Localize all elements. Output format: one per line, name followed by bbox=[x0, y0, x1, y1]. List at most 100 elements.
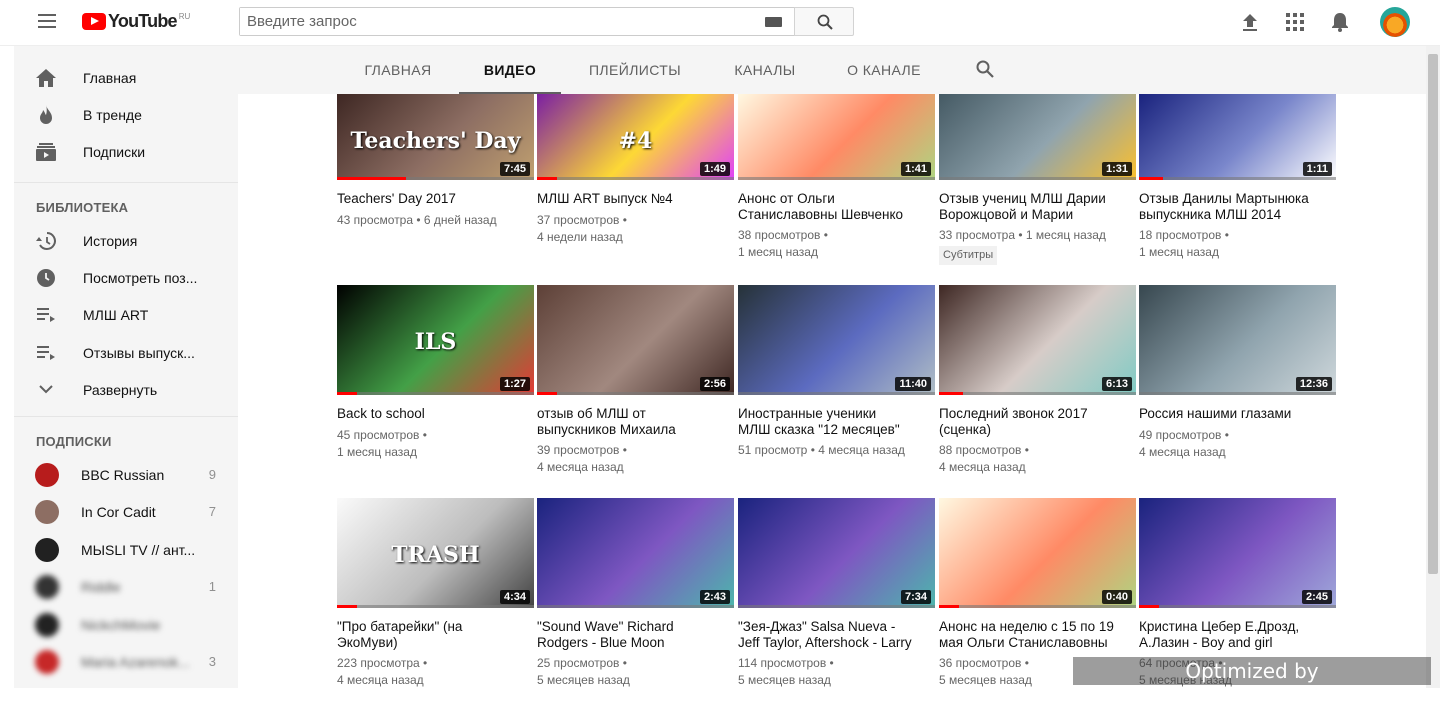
subtitles-badge: Субтитры bbox=[939, 246, 998, 265]
subscriptions-icon bbox=[36, 142, 56, 162]
upload-date: 1 месяц назад bbox=[337, 444, 417, 459]
tab-channels[interactable]: КАНАЛЫ bbox=[720, 46, 810, 94]
video-thumbnail[interactable]: 1:11 bbox=[1139, 94, 1336, 180]
duration-badge: 12:36 bbox=[1295, 377, 1332, 391]
video-title[interactable]: Отзыв учениц МЛШ Дарии Ворожцовой и Марии bbox=[939, 191, 1136, 222]
tab-playlists[interactable]: ПЛЕЙЛИСТЫ bbox=[580, 46, 690, 94]
video-title[interactable]: Иностранные ученики МЛШ сказка "12 месяце… bbox=[738, 406, 935, 437]
channel-search-icon[interactable] bbox=[976, 60, 994, 83]
video-thumbnail[interactable]: 6:13 bbox=[939, 285, 1136, 395]
video-metadata: 25 просмотров • 5 месяцев назад bbox=[537, 655, 734, 689]
video-thumbnail[interactable]: 1:31 bbox=[939, 94, 1136, 180]
sidebar-item-subscriptions[interactable]: Подписки bbox=[14, 133, 238, 170]
subscription-item[interactable]: NickchMovie bbox=[14, 606, 238, 643]
video-title[interactable]: отзыв об МЛШ от выпускников Михаила bbox=[537, 406, 734, 437]
sidebar-item-history[interactable]: История bbox=[14, 222, 238, 259]
video-title[interactable]: Последний звонок 2017 (сценка) bbox=[939, 406, 1136, 437]
scrollbar-thumb[interactable] bbox=[1428, 54, 1438, 574]
video-card[interactable]: 11:40 Иностранные ученики МЛШ сказка "12 м… bbox=[738, 285, 935, 459]
video-title[interactable]: МЛШ ART выпуск №4 bbox=[537, 191, 734, 207]
notifications-bell-icon[interactable] bbox=[1331, 12, 1349, 37]
subscription-item[interactable]: BBC Russian 9 bbox=[14, 456, 238, 493]
apps-icon[interactable] bbox=[1286, 13, 1304, 36]
video-thumbnail[interactable]: 2:56 bbox=[537, 285, 734, 395]
upload-icon[interactable] bbox=[1241, 12, 1259, 37]
duration-badge: 11:40 bbox=[895, 377, 931, 391]
video-thumbnail[interactable]: 11:40 bbox=[738, 285, 935, 395]
video-title[interactable]: "Зея-Джаз" Salsa Nueva - Jeff Taylor, Aft… bbox=[738, 619, 935, 650]
sidebar-item-expand[interactable]: Развернуть bbox=[14, 371, 238, 408]
video-title[interactable]: Анонс на неделю с 15 по 19 мая Ольги Стан… bbox=[939, 619, 1136, 650]
video-title[interactable]: Back to school bbox=[337, 406, 534, 422]
views-and-date: 18 просмотров • bbox=[1139, 228, 1229, 242]
video-card[interactable]: Teachers' Day 7:45 Teachers' Day 2017 43 пр… bbox=[337, 94, 534, 229]
views-and-date: 49 просмотров • bbox=[1139, 427, 1229, 442]
menu-icon[interactable] bbox=[38, 14, 56, 28]
watch-progress-bar bbox=[939, 392, 963, 395]
video-card[interactable]: 7:34 "Зея-Джаз" Salsa Nueva - Jeff Taylor,… bbox=[738, 498, 935, 689]
video-metadata: 51 просмотр • 4 месяца назад bbox=[738, 442, 935, 459]
tab-about[interactable]: О КАНАЛЕ bbox=[839, 46, 929, 94]
video-card[interactable]: 12:36 Россия нашими глазами 49 просмотров … bbox=[1139, 285, 1336, 461]
video-thumbnail[interactable]: 0:40 bbox=[939, 498, 1136, 608]
subscription-item[interactable]: Maria Azarenok... 3 bbox=[14, 643, 238, 680]
video-thumbnail[interactable]: Teachers' Day 7:45 bbox=[337, 94, 534, 180]
sidebar-item-playlist-mlsh-art[interactable]: МЛШ ART bbox=[14, 296, 238, 333]
video-metadata: 37 просмотров • 4 недели назад bbox=[537, 212, 734, 246]
video-title-line: А.Лазин - Boy and girl bbox=[1139, 634, 1273, 650]
video-card[interactable]: 2:43 "Sound Wave" Richard Rodgers - Blue M… bbox=[537, 498, 734, 689]
views-and-date: 38 просмотров • bbox=[738, 228, 828, 242]
video-card[interactable]: #4 1:49 МЛШ ART выпуск №4 37 просмотров • 4 … bbox=[537, 94, 734, 246]
subscription-item[interactable]: Riddle 1 bbox=[14, 568, 238, 605]
video-thumbnail[interactable]: 2:43 bbox=[537, 498, 734, 608]
video-metadata: 33 просмотра • 1 месяц назад Субтитры bbox=[939, 227, 1136, 265]
search-input[interactable] bbox=[240, 8, 750, 35]
video-thumbnail[interactable]: TRASH 4:34 bbox=[337, 498, 534, 608]
video-title[interactable]: Кристина Цебер Е.Дрозд, А.Лазин - Boy and… bbox=[1139, 619, 1336, 650]
video-thumbnail[interactable]: ILS 1:27 bbox=[337, 285, 534, 395]
sidebar-item-trending[interactable]: В тренде bbox=[14, 96, 238, 133]
video-title-line: Teachers' Day 2017 bbox=[337, 191, 456, 206]
duration-badge: 1:11 bbox=[1302, 162, 1332, 176]
video-title[interactable]: Россия нашими глазами bbox=[1139, 406, 1336, 422]
video-thumbnail[interactable]: 7:34 bbox=[738, 498, 935, 608]
search-button[interactable] bbox=[794, 7, 854, 36]
video-title[interactable]: Teachers' Day 2017 bbox=[337, 191, 534, 207]
video-title[interactable]: Анонс от Ольги Станиславовны Шевченко bbox=[738, 191, 935, 222]
video-title[interactable]: Отзыв Данилы Мартынюка выпускника МЛШ 201… bbox=[1139, 191, 1336, 222]
video-thumbnail[interactable]: #4 1:49 bbox=[537, 94, 734, 180]
video-thumbnail[interactable]: 2:45 bbox=[1139, 498, 1336, 608]
video-card[interactable]: 1:31 Отзыв учениц МЛШ Дарии Ворожцовой и М… bbox=[939, 94, 1136, 265]
upload-date: 1 месяц назад bbox=[1139, 245, 1219, 259]
subscriptions-heading: ПОДПИСКИ bbox=[36, 434, 112, 449]
video-card[interactable]: 1:11 Отзыв Данилы Мартынюка выпускника МЛШ… bbox=[1139, 94, 1336, 261]
tab-videos[interactable]: ВИДЕО bbox=[459, 46, 561, 94]
watch-progress-track bbox=[337, 392, 534, 395]
video-card[interactable]: 1:41 Анонс от Ольги Станиславовны Шевченко… bbox=[738, 94, 935, 261]
youtube-logo[interactable]: YouTube RU bbox=[82, 11, 190, 32]
sidebar-item-playlist-reviews[interactable]: Отзывы выпуск... bbox=[14, 334, 238, 371]
video-thumbnail[interactable]: 1:41 bbox=[738, 94, 935, 180]
video-title[interactable]: "Sound Wave" Richard Rodgers - Blue Moon bbox=[537, 619, 734, 650]
user-avatar[interactable] bbox=[1380, 7, 1410, 37]
keyboard-icon[interactable] bbox=[765, 17, 782, 27]
video-title-line: Станиславовны Шевченко bbox=[738, 206, 904, 222]
playlist-icon bbox=[36, 343, 56, 363]
video-thumbnail[interactable]: 12:36 bbox=[1139, 285, 1336, 395]
video-card[interactable]: TRASH 4:34 "Про батарейки" (на ЭкоМуви) 223 … bbox=[337, 498, 534, 689]
sidebar-item-watch-later[interactable]: Посмотреть поз... bbox=[14, 259, 238, 296]
subscription-item[interactable]: In Cor Cadit 7 bbox=[14, 493, 238, 530]
video-metadata: 43 просмотра • 6 дней назад bbox=[337, 212, 534, 229]
watch-progress-bar bbox=[337, 177, 406, 180]
video-card[interactable]: ILS 1:27 Back to school 45 просмотров • 1 ме… bbox=[337, 285, 534, 461]
sidebar-item-home[interactable]: Главная bbox=[14, 59, 238, 96]
video-title[interactable]: "Про батарейки" (на ЭкоМуви) bbox=[337, 619, 534, 650]
subscription-item[interactable]: MЫSLI TV // ант... bbox=[14, 531, 238, 568]
scrollbar[interactable] bbox=[1426, 46, 1440, 688]
watch-progress-bar bbox=[1139, 605, 1159, 608]
video-card[interactable]: 2:56 отзыв об МЛШ от выпускников Михаила 39… bbox=[537, 285, 734, 476]
video-card[interactable]: 6:13 Последний звонок 2017 (сценка) 88 прос… bbox=[939, 285, 1136, 476]
tab-home[interactable]: ГЛАВНАЯ bbox=[356, 46, 440, 94]
duration-badge: 2:45 bbox=[1301, 590, 1332, 604]
thumbnail-overlay-text: Teachers' Day bbox=[350, 128, 521, 155]
